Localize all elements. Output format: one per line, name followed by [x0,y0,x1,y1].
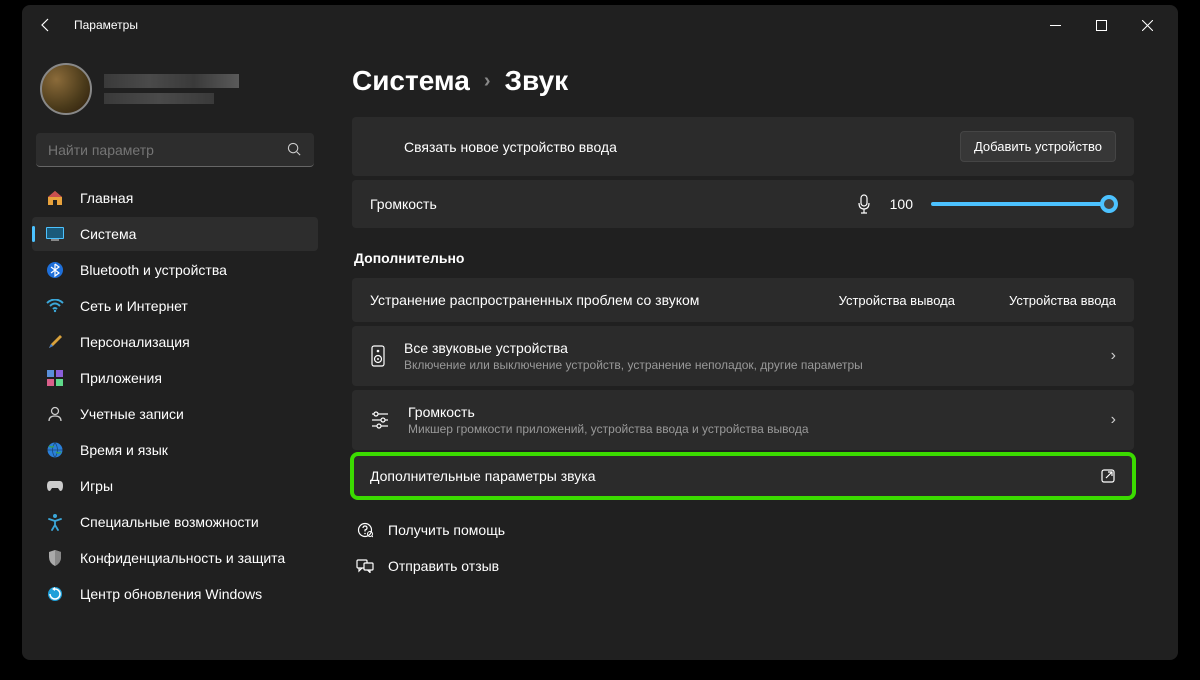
wifi-icon [46,297,64,315]
input-devices-button[interactable]: Устройства ввода [1009,293,1116,308]
nav-label: Сеть и Интернет [80,298,188,314]
nav-bluetooth[interactable]: Bluetooth и устройства [32,253,318,287]
speaker-icon [370,345,386,367]
more-sound-settings-row[interactable]: Дополнительные параметры звука [352,454,1134,498]
connect-label: Связать новое устройство ввода [404,139,617,155]
connect-device-row: Связать новое устройство ввода Добавить … [352,117,1134,176]
volume-value: 100 [890,196,913,212]
gamepad-icon [46,477,64,495]
add-device-button[interactable]: Добавить устройство [960,131,1116,162]
nav-windows-update[interactable]: Центр обновления Windows [32,577,318,611]
nav-accessibility[interactable]: Специальные возможности [32,505,318,539]
nav-gaming[interactable]: Игры [32,469,318,503]
user-icon [46,405,64,423]
feedback-link[interactable]: Отправить отзыв [352,548,1134,584]
nav-privacy[interactable]: Конфиденциальность и защита [32,541,318,575]
feedback-label: Отправить отзыв [388,558,499,574]
troubleshoot-label: Устранение распространенных проблем со з… [370,292,699,308]
microphone-icon[interactable] [856,194,872,214]
nav-label: Главная [80,190,133,206]
mixer-row[interactable]: Громкость Микшер громкости приложений, у… [352,390,1134,450]
section-additional: Дополнительно [354,250,1134,266]
nav-accounts[interactable]: Учетные записи [32,397,318,431]
user-name [104,74,239,88]
avatar [40,63,92,115]
mixer-icon [370,411,390,429]
nav-label: Время и язык [80,442,168,458]
mixer-title: Громкость [408,404,809,420]
nav-system[interactable]: Система [32,217,318,251]
close-button[interactable] [1124,9,1170,41]
volume-label: Громкость [370,196,437,212]
all-devices-title: Все звуковые устройства [404,340,863,356]
nav-label: Учетные записи [80,406,184,422]
chevron-right-icon: › [1111,411,1116,429]
home-icon [46,189,64,207]
minimize-button[interactable] [1032,9,1078,41]
nav-label: Bluetooth и устройства [80,262,227,278]
output-devices-button[interactable]: Устройства вывода [839,293,955,308]
search-input[interactable] [48,142,287,158]
breadcrumb-current: Звук [505,65,569,97]
search-icon [287,142,302,157]
user-email [104,93,214,104]
get-help-label: Получить помощь [388,522,505,538]
more-sound-title: Дополнительные параметры звука [370,468,596,484]
nav-network[interactable]: Сеть и Интернет [32,289,318,323]
external-link-icon [1100,468,1116,484]
maximize-button[interactable] [1078,9,1124,41]
nav-label: Приложения [80,370,162,386]
all-devices-sub: Включение или выключение устройств, устр… [404,358,863,372]
search-box[interactable] [36,133,314,167]
get-help-link[interactable]: Получить помощь [352,512,1134,548]
nav-apps[interactable]: Приложения [32,361,318,395]
user-profile[interactable] [32,49,318,133]
volume-slider[interactable] [931,202,1116,206]
shield-icon [46,549,64,567]
nav-personalization[interactable]: Персонализация [32,325,318,359]
update-icon [46,585,64,603]
all-devices-row[interactable]: Все звуковые устройства Включение или вы… [352,326,1134,386]
troubleshoot-row: Устранение распространенных проблем со з… [352,278,1134,322]
brush-icon [46,333,64,351]
chevron-right-icon: › [484,70,491,93]
globe-icon [46,441,64,459]
breadcrumb-root[interactable]: Система [352,65,470,97]
nav-label: Специальные возможности [80,514,259,530]
back-button[interactable] [30,9,62,41]
nav-label: Игры [80,478,113,494]
help-icon [356,522,374,538]
apps-icon [46,369,64,387]
window-title: Параметры [74,18,138,32]
chevron-right-icon: › [1111,347,1116,365]
bluetooth-icon [46,261,64,279]
system-icon [46,225,64,243]
accessibility-icon [46,513,64,531]
nav-label: Центр обновления Windows [80,586,262,602]
nav-time-language[interactable]: Время и язык [32,433,318,467]
nav-label: Система [80,226,136,242]
nav-label: Персонализация [80,334,190,350]
feedback-icon [356,559,374,573]
mixer-sub: Микшер громкости приложений, устройства … [408,422,809,436]
volume-row: Громкость 100 [352,180,1134,228]
nav-label: Конфиденциальность и защита [80,550,285,566]
nav-home[interactable]: Главная [32,181,318,215]
breadcrumb: Система › Звук [352,65,1134,97]
